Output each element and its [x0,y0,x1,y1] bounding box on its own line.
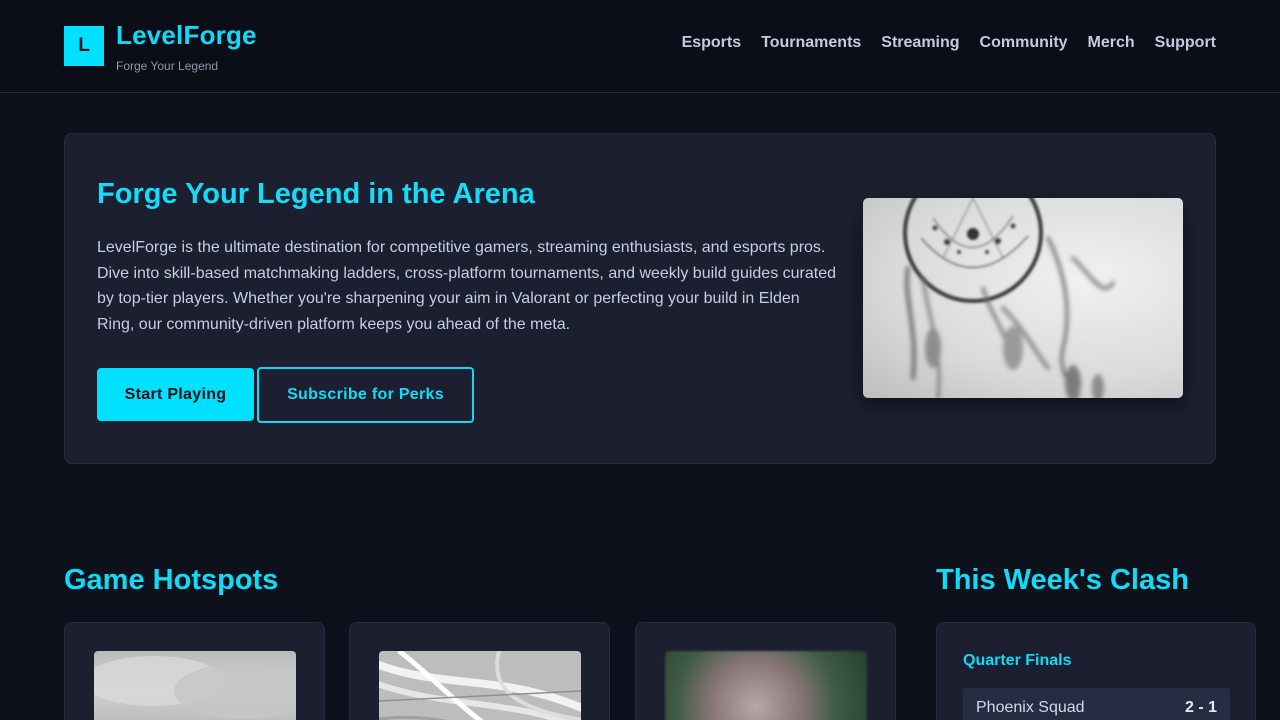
nav-merch[interactable]: Merch [1088,34,1135,52]
nav-community[interactable]: Community [980,34,1068,52]
clash-title: This Week's Clash [936,564,1189,596]
hero-section: Forge Your Legend in the Arena LevelForg… [64,133,1216,464]
clash-stage-label: Quarter Finals [963,652,1072,669]
site-header: L LevelForge Forge Your Legend Esports T… [0,0,1280,93]
dreamcatcher-image [863,198,1183,398]
nav-esports[interactable]: Esports [682,34,742,52]
match-score: 2 - 1 [1184,699,1217,716]
logo-icon[interactable]: L [64,26,104,66]
hero-title: Forge Your Legend in the Arena [97,178,535,210]
hotspot-card[interactable] [349,622,610,720]
match-row[interactable]: Phoenix Squad 2 - 1 [963,688,1230,720]
brand-tagline: Forge Your Legend [116,59,219,73]
hotspot-card[interactable] [64,622,325,720]
dreamcatcher-photo [903,198,1115,398]
highway-interchange-graphic [379,651,581,720]
cloudy-sky-graphic [94,656,296,719]
hotspot-card[interactable] [635,622,896,720]
highway-interchange-photo [379,651,581,720]
nav-tournaments[interactable]: Tournaments [761,34,861,52]
subscribe-perks-button[interactable]: Subscribe for Perks [257,367,474,423]
team-name: Phoenix Squad [976,699,1085,716]
nav-streaming[interactable]: Streaming [881,34,959,52]
blurred-leaves-photo [665,651,867,720]
hotspots-title: Game Hotspots [64,564,279,596]
clash-panel: Quarter Finals Phoenix Squad 2 - 1 [936,622,1256,720]
start-playing-button[interactable]: Start Playing [97,368,254,421]
hero-description: LevelForge is the ultimate destination f… [97,239,837,333]
cloudy-sky-photo [94,651,296,720]
brand-name[interactable]: LevelForge [116,20,257,51]
main-nav: Esports Tournaments Streaming Community … [682,34,1216,52]
nav-support[interactable]: Support [1155,34,1216,52]
